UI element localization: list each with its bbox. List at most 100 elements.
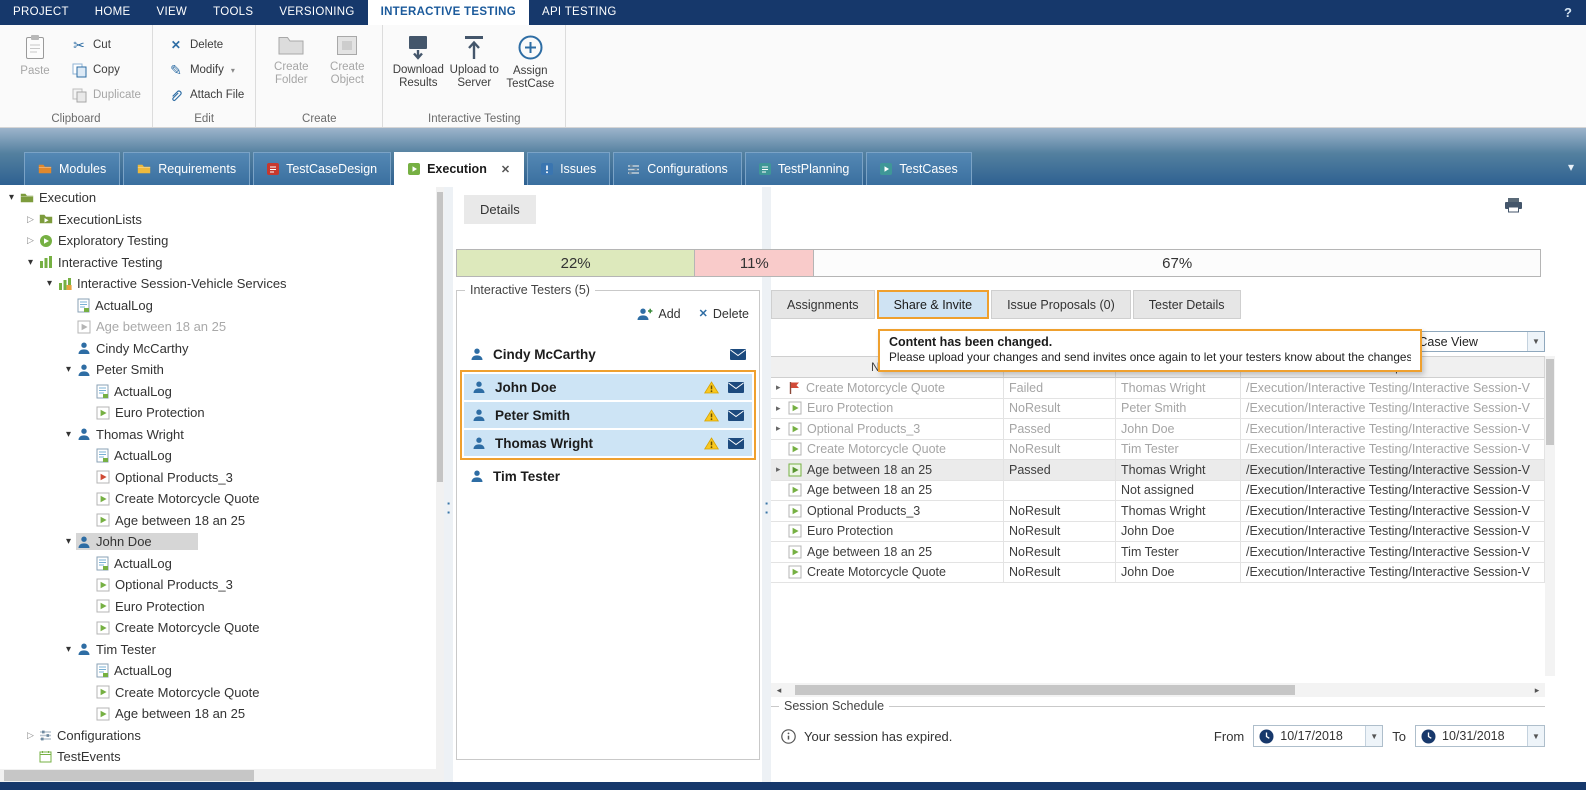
tab-issues[interactable]: Issues bbox=[527, 152, 610, 185]
cut-button[interactable]: ✂Cut bbox=[66, 35, 145, 55]
menu-item-project[interactable]: PROJECT bbox=[0, 0, 82, 25]
tree-item-age-between-18-an-25[interactable]: Age between 18 an 25 bbox=[0, 510, 436, 532]
tester-row-thomas-wright[interactable]: Thomas Wright bbox=[464, 430, 752, 456]
tree-item-actuallog[interactable]: ActualLog bbox=[0, 445, 436, 467]
tree-item-actuallog[interactable]: ActualLog bbox=[0, 381, 436, 403]
tree-item-exploratory-testing[interactable]: ▷Exploratory Testing bbox=[0, 230, 436, 252]
grid-horizontal-scrollbar[interactable]: ◂ ▸ bbox=[771, 683, 1545, 697]
scroll-left-icon[interactable]: ◂ bbox=[771, 685, 787, 696]
tab-testcases[interactable]: TestCases bbox=[866, 152, 971, 185]
tab-assignments[interactable]: Assignments bbox=[771, 290, 875, 319]
assignment-row[interactable]: Create Motorcycle QuoteNoResultTim Teste… bbox=[771, 440, 1545, 461]
tree-item-euro-protection[interactable]: Euro Protection bbox=[0, 596, 436, 618]
tree-item-optional-products-3[interactable]: Optional Products_3 bbox=[0, 574, 436, 596]
create-folder-button[interactable]: Create Folder bbox=[263, 30, 319, 100]
tree-item-execution[interactable]: ▾Execution bbox=[0, 187, 436, 209]
tree-item-peter-smith[interactable]: ▾Peter Smith bbox=[0, 359, 436, 381]
delete-tester-button[interactable]: ✕ Delete bbox=[699, 307, 749, 321]
add-tester-button[interactable]: Add bbox=[637, 307, 680, 321]
tree-item-cindy-mccarthy[interactable]: Cindy McCarthy bbox=[0, 338, 436, 360]
tree-item-interactive-session-vehicle-services[interactable]: ▾Interactive Session-Vehicle Services bbox=[0, 273, 436, 295]
chevron-down-icon[interactable]: ▼ bbox=[1527, 726, 1544, 746]
tree-expander-icon[interactable]: ▾ bbox=[61, 364, 76, 375]
tab-testcasedesign[interactable]: TestCaseDesign bbox=[253, 152, 391, 185]
tree-item-euro-protection[interactable]: Euro Protection bbox=[0, 402, 436, 424]
tree-item-interactive-testing[interactable]: ▾Interactive Testing bbox=[0, 252, 436, 274]
menu-item-versioning[interactable]: VERSIONING bbox=[266, 0, 367, 25]
tab-overflow-icon[interactable]: ▾ bbox=[1568, 160, 1574, 174]
tab-modules[interactable]: Modules bbox=[24, 152, 120, 185]
assignment-row[interactable]: Age between 18 an 25Not assigned/Executi… bbox=[771, 481, 1545, 502]
scrollbar-thumb[interactable] bbox=[1546, 359, 1554, 445]
tester-row-cindy-mccarthy[interactable]: Cindy McCarthy bbox=[462, 341, 754, 367]
paste-button[interactable]: Paste bbox=[7, 30, 63, 100]
menu-item-home[interactable]: HOME bbox=[82, 0, 144, 25]
tab-testplanning[interactable]: TestPlanning bbox=[745, 152, 864, 185]
tree-item-actuallog[interactable]: ActualLog bbox=[0, 553, 436, 575]
row-expander-icon[interactable]: ▸ bbox=[776, 423, 788, 434]
upload-to-server-button[interactable]: Upload to Server bbox=[446, 30, 502, 100]
tree-item-optional-products-3[interactable]: Optional Products_3 bbox=[0, 467, 436, 489]
tree-expander-icon[interactable]: ▷ bbox=[23, 730, 38, 741]
tree-item-configurations[interactable]: ▷Configurations bbox=[0, 725, 436, 747]
tester-row-tim-tester[interactable]: Tim Tester bbox=[462, 463, 754, 489]
tree-item-executionlists[interactable]: ▷ExecutionLists bbox=[0, 209, 436, 231]
assignment-row[interactable]: Euro ProtectionNoResultJohn Doe/Executio… bbox=[771, 522, 1545, 543]
scroll-right-icon[interactable]: ▸ bbox=[1529, 685, 1545, 696]
duplicate-button[interactable]: Duplicate bbox=[66, 85, 145, 105]
row-expander-icon[interactable]: ▸ bbox=[776, 403, 788, 414]
create-object-button[interactable]: Create Object bbox=[319, 30, 375, 100]
tree-item-create-motorcycle-quote[interactable]: Create Motorcycle Quote bbox=[0, 617, 436, 639]
tree-item-testevents[interactable]: TestEvents bbox=[0, 746, 436, 768]
print-icon[interactable] bbox=[1504, 197, 1523, 213]
tester-row-peter-smith[interactable]: Peter Smith bbox=[464, 402, 752, 428]
tab-execution[interactable]: Execution✕ bbox=[394, 152, 524, 185]
tab-issue-proposals-0[interactable]: Issue Proposals (0) bbox=[991, 290, 1131, 319]
tree-item-age-between-18-an-25[interactable]: Age between 18 an 25 bbox=[0, 316, 436, 338]
splitter-left[interactable]: ▪▪ bbox=[444, 187, 453, 782]
close-tab-icon[interactable]: ✕ bbox=[501, 163, 510, 176]
chevron-down-icon[interactable]: ▼ bbox=[1365, 726, 1382, 746]
row-expander-icon[interactable]: ▸ bbox=[776, 382, 788, 393]
assignment-row[interactable]: Optional Products_3NoResultThomas Wright… bbox=[771, 501, 1545, 522]
modify-button[interactable]: ✎Modify▾ bbox=[163, 60, 248, 80]
attach-file-button[interactable]: Attach File bbox=[163, 85, 248, 105]
tree-item-actuallog[interactable]: ActualLog bbox=[0, 660, 436, 682]
tree-vertical-scrollbar[interactable] bbox=[436, 187, 444, 769]
tester-row-john-doe[interactable]: John Doe bbox=[464, 374, 752, 400]
grid-vertical-scrollbar[interactable] bbox=[1545, 356, 1555, 676]
tab-share-invite[interactable]: Share & Invite bbox=[877, 290, 990, 319]
menu-item-api-testing[interactable]: API TESTING bbox=[529, 0, 630, 25]
menu-item-interactive-testing[interactable]: INTERACTIVE TESTING bbox=[368, 0, 529, 25]
help-button[interactable]: ? bbox=[1550, 0, 1586, 25]
tree-item-create-motorcycle-quote[interactable]: Create Motorcycle Quote bbox=[0, 488, 436, 510]
assignment-row[interactable]: Age between 18 an 25NoResultTim Tester/E… bbox=[771, 542, 1545, 563]
tree-expander-icon[interactable]: ▷ bbox=[23, 235, 38, 246]
tree-horizontal-scrollbar[interactable] bbox=[0, 769, 444, 782]
menu-item-view[interactable]: VIEW bbox=[143, 0, 200, 25]
assignment-row[interactable]: Create Motorcycle QuoteNoResultJohn Doe/… bbox=[771, 563, 1545, 584]
tree-expander-icon[interactable]: ▾ bbox=[4, 192, 19, 203]
assignment-row[interactable]: ▸Euro ProtectionNoResultPeter Smith/Exec… bbox=[771, 399, 1545, 420]
tree-expander-icon[interactable]: ▾ bbox=[61, 429, 76, 440]
to-date-picker[interactable]: 10/31/2018 ▼ bbox=[1415, 725, 1545, 747]
scrollbar-thumb[interactable] bbox=[795, 685, 1295, 695]
tab-tester-details[interactable]: Tester Details bbox=[1133, 290, 1241, 319]
tree-item-actuallog[interactable]: ActualLog bbox=[0, 295, 436, 317]
assignment-row[interactable]: ▸Age between 18 an 25PassedThomas Wright… bbox=[771, 460, 1545, 481]
menu-item-tools[interactable]: TOOLS bbox=[200, 0, 266, 25]
scrollbar-thumb[interactable] bbox=[4, 770, 254, 781]
tree-expander-icon[interactable]: ▾ bbox=[42, 278, 57, 289]
tree-expander-icon[interactable]: ▷ bbox=[23, 214, 38, 225]
tab-requirements[interactable]: Requirements bbox=[123, 152, 250, 185]
tree-expander-icon[interactable]: ▾ bbox=[23, 257, 38, 268]
scrollbar-thumb[interactable] bbox=[437, 192, 443, 482]
assignment-row[interactable]: ▸Create Motorcycle QuoteFailedThomas Wri… bbox=[771, 378, 1545, 399]
from-date-picker[interactable]: 10/17/2018 ▼ bbox=[1253, 725, 1383, 747]
assign-testcase-button[interactable]: Assign TestCase bbox=[502, 30, 558, 100]
tree-expander-icon[interactable]: ▾ bbox=[61, 644, 76, 655]
delete-button[interactable]: ✕Delete bbox=[163, 35, 248, 55]
tree-item-john-doe[interactable]: ▾John Doe bbox=[0, 531, 436, 553]
tree-item-age-between-18-an-25[interactable]: Age between 18 an 25 bbox=[0, 703, 436, 725]
tab-configurations[interactable]: Configurations bbox=[613, 152, 742, 185]
